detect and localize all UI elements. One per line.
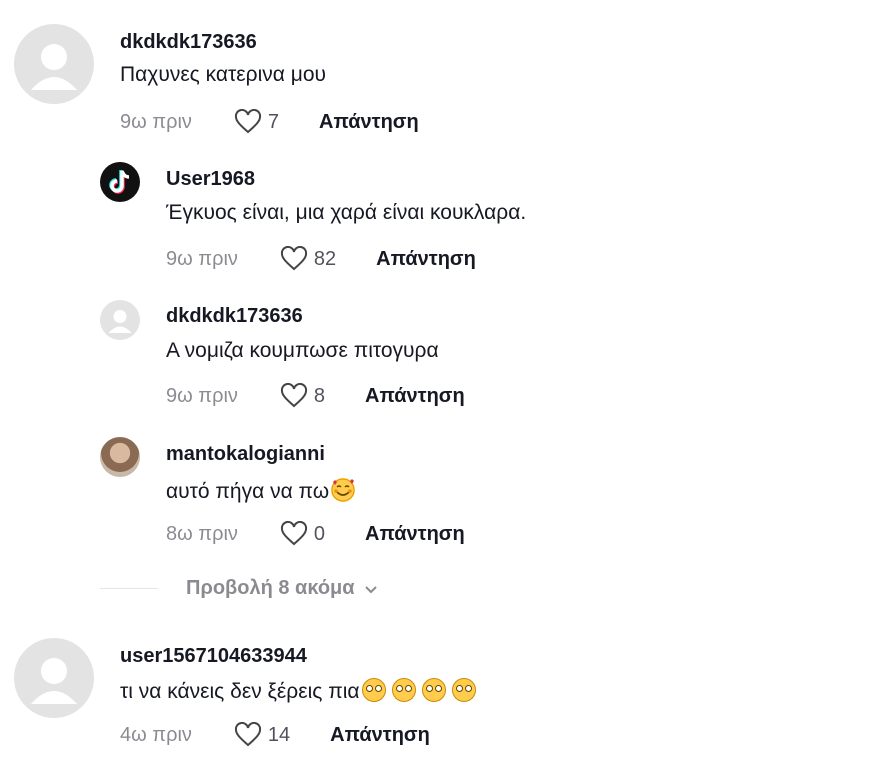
comment-timestamp: 9ω πριν <box>166 247 238 270</box>
reply-button[interactable]: Απάντηση <box>330 724 430 747</box>
like-button[interactable]: 0 <box>280 521 325 547</box>
heart-outline-icon <box>280 246 307 271</box>
reply-button[interactable]: Απάντηση <box>365 523 465 546</box>
heart-outline-icon <box>280 383 307 408</box>
heart-outline-icon <box>234 109 261 134</box>
avatar[interactable] <box>100 437 140 477</box>
divider <box>100 588 158 589</box>
comment-text: Α νομιζα κουμπωσε πιτογυρα <box>166 339 439 362</box>
chevron-down-icon <box>364 585 377 593</box>
comment-timestamp: 8ω πριν <box>166 522 238 545</box>
comment-text-body: τι να κάνεις δεν ξέρεις πια <box>120 680 360 703</box>
flushed-face-emoji <box>361 678 386 702</box>
avatar[interactable] <box>100 300 140 340</box>
comment-actions: 9ω πριν 82 Απάντηση <box>166 244 476 274</box>
like-count: 7 <box>267 110 280 133</box>
comment-username[interactable]: User1968 <box>166 168 255 191</box>
flushed-face-emoji <box>391 678 416 702</box>
comment-text-body: αυτό πήγα να πω <box>166 480 330 503</box>
like-button[interactable]: 82 <box>280 246 336 272</box>
default-avatar-icon <box>31 658 77 704</box>
comment-username[interactable]: mantokalogianni <box>166 443 325 466</box>
comment-text: τι να κάνεις δεν ξέρεις πια <box>120 678 476 704</box>
comment-actions: 4ω πριν 14 Απάντηση <box>120 720 430 750</box>
comment-username[interactable]: dkdkdk173636 <box>120 31 257 54</box>
comment-text: Παχυνες κατερινα μου <box>120 63 327 86</box>
smiling-face-with-hearts-emoji <box>331 478 356 502</box>
comment-timestamp: 9ω πριν <box>120 110 192 133</box>
avatar[interactable] <box>14 638 94 718</box>
comment-actions: 8ω πριν 0 Απάντηση <box>166 519 465 549</box>
flushed-face-emoji <box>421 678 446 702</box>
heart-outline-icon <box>234 722 261 747</box>
view-more-replies-button[interactable]: Προβολή 8 ακόμα <box>100 577 379 600</box>
view-more-label: Προβολή 8 ακόμα <box>186 577 355 599</box>
comment-timestamp: 9ω πριν <box>166 384 238 407</box>
like-button[interactable]: 7 <box>234 109 279 135</box>
like-count: 8 <box>313 384 326 407</box>
comment-username[interactable]: user1567104633944 <box>120 645 307 668</box>
comment-username[interactable]: dkdkdk173636 <box>166 305 303 328</box>
like-count: 82 <box>313 247 337 270</box>
reply-button[interactable]: Απάντηση <box>365 385 465 408</box>
heart-outline-icon <box>280 521 307 546</box>
comment-text: Έγκυος είναι, μια χαρά είναι κουκλαρα. <box>166 201 527 224</box>
flushed-face-emoji <box>451 678 476 702</box>
default-avatar-icon <box>31 44 77 90</box>
tiktok-logo-icon <box>109 170 130 194</box>
like-button[interactable]: 14 <box>234 722 290 748</box>
reply-button[interactable]: Απάντηση <box>319 111 419 134</box>
default-avatar-icon <box>108 310 132 333</box>
avatar[interactable] <box>14 24 94 104</box>
like-count: 0 <box>313 522 326 545</box>
like-count: 14 <box>267 723 291 746</box>
comment-actions: 9ω πριν 7 Απάντηση <box>120 107 419 137</box>
reply-button[interactable]: Απάντηση <box>376 248 476 271</box>
avatar[interactable] <box>100 162 140 202</box>
comment-text: αυτό πήγα να πω <box>166 478 356 504</box>
comment-timestamp: 4ω πριν <box>120 723 192 746</box>
comment-actions: 9ω πριν 8 Απάντηση <box>166 381 465 411</box>
like-button[interactable]: 8 <box>280 383 325 409</box>
